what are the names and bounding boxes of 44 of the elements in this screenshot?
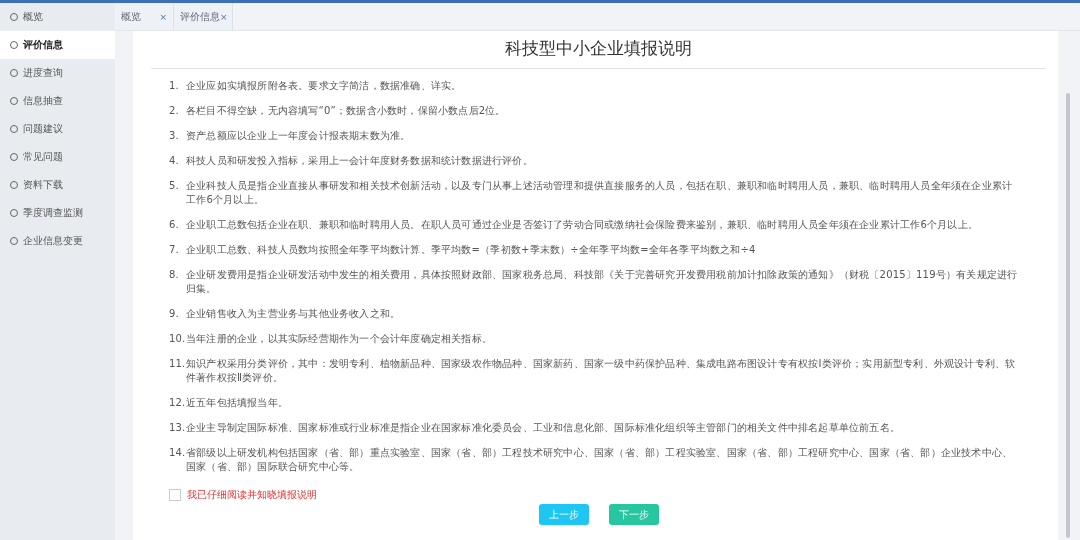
item-number: 12.: [169, 396, 186, 410]
instruction-text: 科技人员和研发投入指标，采用上一会计年度财务数据和统计数据进行评价。: [186, 154, 534, 168]
instruction-text: 各栏目不得空缺，无内容填写“0”；数据含小数时，保留小数点后2位。: [186, 104, 507, 118]
checkbox[interactable]: [169, 489, 181, 501]
sidebar-item[interactable]: 概览: [0, 3, 115, 31]
instruction-text: 企业职工总数包括企业在职、兼职和临时聘用人员。在职人员可通过企业是否签订了劳动合同或缴纳社会保险费来鉴别，兼职、临时聘用人员全年须在企业累计工作6个月以上。: [186, 218, 979, 232]
tab[interactable]: 评价信息: [180, 9, 220, 24]
close-icon[interactable]: ×: [159, 11, 167, 22]
instruction-text: 企业研发费用是指企业研发活动中发生的相关费用，具体按照财政部、国家税务总局、科技部《关于完善研究开发费用税前加计扣除政策的通知》（财税〔2015〕119号）有关规定进行归集。: [186, 268, 1019, 296]
sidebar-item[interactable]: 评价信息: [0, 31, 115, 59]
sidebar-item[interactable]: 信息抽查: [0, 87, 115, 115]
instruction-text: 企业主导制定国际标准、国家标准或行业标准是指企业在国家标准化委员会、工业和信息化部、国际标准化组织等主管部门的相关文件中排名起草单位前五名。: [186, 421, 901, 435]
sidebar-item[interactable]: 企业信息变更: [0, 227, 115, 255]
item-number: 4.: [169, 154, 180, 168]
instruction-text: 省部级以上研发机构包括国家（省、部）重点实验室、国家（省、部）工程技术研究中心、国家（省、部）工程实验室、国家（省、部）工程研究中心、国家（省、部）企业技术中心、国家（省、部）国际联合研究中心等。: [186, 446, 1014, 474]
instruction-text: 当年注册的企业，以其实际经营期作为一个会计年度确定相关指标。: [186, 332, 493, 346]
item-number: 10.: [169, 332, 186, 346]
item-number: 8.: [169, 268, 180, 282]
document-title: 科技型中小企业填报说明: [504, 37, 693, 60]
item-number: 11.: [169, 357, 186, 371]
item-number: 7.: [169, 243, 180, 257]
sidebar-item[interactable]: 进度查询: [0, 59, 115, 87]
item-number: 5.: [169, 179, 180, 193]
sidebar-item[interactable]: 季度调查监测: [0, 199, 115, 227]
tab[interactable]: 概览: [121, 9, 141, 24]
item-number: 2.: [169, 104, 180, 118]
instruction-text: 企业应如实填报所附各表。要求文字简洁，数据准确、详实。: [186, 79, 463, 93]
sidebar-item[interactable]: 资料下载: [0, 171, 115, 199]
instruction-text: 近五年包括填报当年。: [186, 396, 289, 410]
sidebar-item[interactable]: 常见问题: [0, 143, 115, 171]
item-number: 1.: [169, 79, 180, 93]
instruction-text: 企业科技人员是指企业直接从事研发和相关技术创新活动，以及专门从事上述活动管理和提供直接服务的人员，包括在职、兼职和临时聘用人员，兼职、临时聘用人员全年须在企业累计工作6个月以上。: [186, 179, 1014, 207]
close-icon[interactable]: ×: [220, 11, 228, 22]
instruction-text: 企业销售收入为主营业务与其他业务收入之和。: [186, 307, 402, 321]
item-number: 9.: [169, 307, 180, 321]
sidebar-item[interactable]: 问题建议: [0, 115, 115, 143]
item-number: 14.: [169, 446, 186, 460]
instruction-text: 企业职工总数、科技人员数均按照全年季平均数计算。季平均数=（季初数+季末数）÷全年季平均数=全年各季平均数之和÷4: [186, 243, 757, 257]
item-number: 3.: [169, 129, 180, 143]
agreement-label[interactable]: 我已仔细阅读并知晓填报说明: [187, 488, 317, 502]
item-number: 6.: [169, 218, 180, 232]
instruction-text: 资产总额应以企业上一年度会计报表期末数为准。: [186, 129, 412, 143]
item-number: 13.: [169, 421, 186, 435]
instruction-text: 知识产权采用分类评价，其中：发明专利、植物新品种、国家级农作物品种、国家新药、国家一级中药保护品种、集成电路布图设计专有权按Ⅰ类评价；实用新型专利、外观设计专利、软件著作权按Ⅱ类评价。: [186, 357, 1017, 385]
